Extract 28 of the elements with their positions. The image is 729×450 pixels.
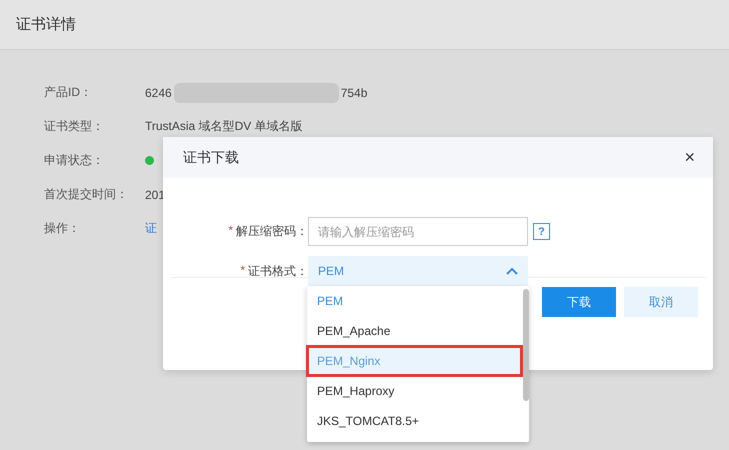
required-mark: * bbox=[240, 262, 245, 278]
form-label: 解压缩密码： bbox=[236, 223, 308, 240]
dropdown-option[interactable]: PEM_Haproxy bbox=[307, 376, 522, 406]
download-button[interactable]: 下载 bbox=[542, 287, 616, 317]
field-label: 首次提交时间： bbox=[44, 186, 129, 203]
cancel-button[interactable]: 取消 bbox=[624, 287, 698, 317]
required-mark: * bbox=[228, 223, 233, 239]
password-field[interactable]: 请输入解压缩密码 bbox=[308, 217, 528, 246]
scrollbar[interactable] bbox=[523, 289, 529, 401]
chevron-icon bbox=[506, 267, 518, 275]
field-value: 754b bbox=[340, 86, 368, 100]
dropdown-option[interactable]: JKS_TOMCAT8.5+ bbox=[307, 406, 522, 436]
form-label: 证书格式： bbox=[248, 262, 308, 280]
field-value: 6246 bbox=[145, 86, 172, 100]
help-icon[interactable]: ? bbox=[533, 223, 550, 240]
field-label: 申请状态： bbox=[44, 152, 105, 169]
field-label: 证书类型： bbox=[44, 118, 105, 135]
dialog-title: 证书下载 bbox=[183, 148, 239, 166]
action-link[interactable]: 证 bbox=[145, 220, 157, 237]
dropdown-option[interactable]: PEM_Apache bbox=[307, 316, 522, 346]
field-value: 201 bbox=[145, 188, 166, 202]
field-value: TrustAsia 域名型DV 单域名版 bbox=[145, 118, 303, 135]
close-button[interactable]: × bbox=[680, 147, 699, 168]
field-label: 产品ID： bbox=[44, 84, 93, 101]
field-label: 操作： bbox=[44, 220, 81, 237]
page-title: 证书详情 bbox=[16, 15, 76, 34]
dropdown-option[interactable]: PEM_Nginx bbox=[307, 346, 522, 376]
dropdown-option[interactable]: PEM bbox=[307, 286, 522, 316]
